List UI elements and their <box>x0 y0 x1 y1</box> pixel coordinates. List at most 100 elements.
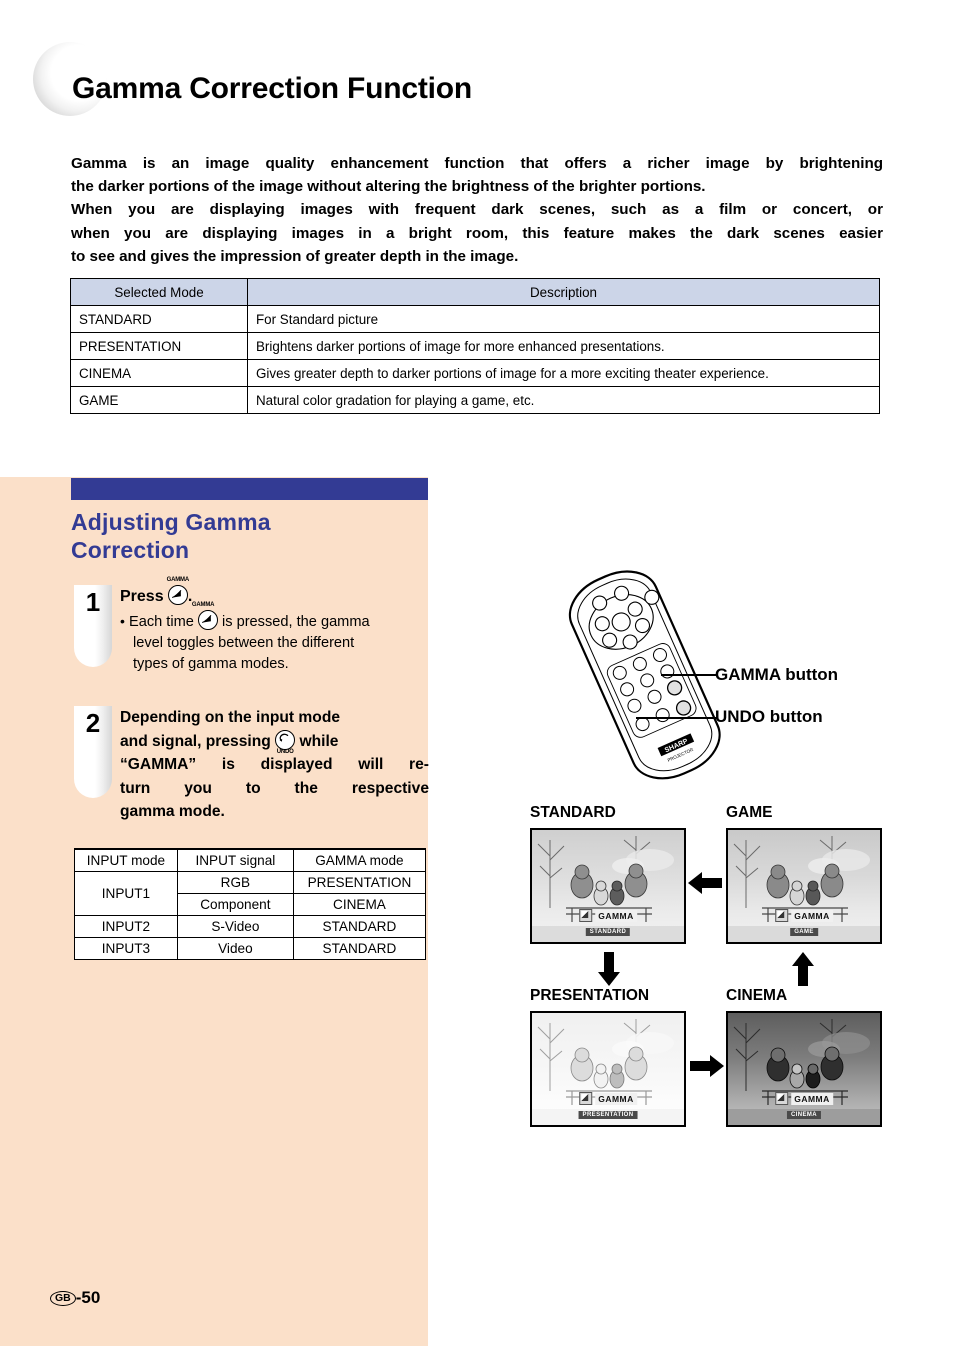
osd-mode-presentation: PRESENTATION <box>578 1111 638 1119</box>
undo-callout-leader-line <box>636 717 718 719</box>
osd-gamma-cinema: GAMMA <box>775 1092 833 1105</box>
table-row: GAME Natural color gradation for playing… <box>70 386 880 414</box>
cell-input-mode: INPUT3 <box>74 937 178 960</box>
osd-gamma-icon <box>775 1092 789 1105</box>
undo-button-icon-label: UNDO <box>276 748 294 755</box>
shot-standard: GAMMA STANDARD <box>530 828 686 944</box>
cell-gamma-mode: STANDARD <box>292 915 427 938</box>
step-2-number: 2 <box>85 708 101 738</box>
cell-input-signal: S-Video <box>176 915 294 938</box>
step-1-bullet-line-1: is pressed, the gamma <box>221 614 370 630</box>
undo-button-icon[interactable]: UNDO <box>275 729 296 755</box>
osd-gamma-icon <box>775 909 789 922</box>
osd-gamma-text: GAMMA <box>595 909 637 922</box>
step-1-number: 1 <box>85 587 101 617</box>
section-heading-line-2: Correction <box>71 537 190 563</box>
step-2-body: Depending on the input mode and signal, … <box>120 706 429 824</box>
section-accent-bar <box>71 478 428 500</box>
gamma-button-icon-label: GAMMA <box>166 577 190 583</box>
cell-input-signal: RGB <box>176 871 294 894</box>
col-header-gamma-mode: GAMMA mode <box>292 848 427 872</box>
osd-gamma-text: GAMMA <box>791 1092 833 1105</box>
osd-gamma-game: GAMMA <box>775 909 833 922</box>
step-2-line-2a: and signal, pressing <box>120 732 271 750</box>
cell-description: Natural color gradation for playing a ga… <box>247 386 880 414</box>
intro-line-2: the darker portions of the image without… <box>71 178 706 196</box>
shot-label-cinema: CINEMA <box>726 987 788 1004</box>
bullet-dot-icon: • <box>120 613 125 629</box>
section-heading-line-1: Adjusting Gamma <box>71 509 271 535</box>
gamma-glyph <box>201 614 212 624</box>
table-row: INPUT1 RGB PRESENTATION <box>74 871 427 916</box>
intro-line-3: When you are displaying images with freq… <box>71 201 883 219</box>
cell-input-mode: INPUT2 <box>74 915 178 938</box>
gamma-button-callout-label: GAMMA button <box>715 665 839 684</box>
cell-input-mode: INPUT1 <box>74 871 178 916</box>
osd-gamma-standard: GAMMA <box>579 909 637 922</box>
arrow-right-presentation-to-cinema <box>690 1053 724 1084</box>
shot-cinema: GAMMA CINEMA <box>726 1011 882 1127</box>
shot-label-presentation: PRESENTATION <box>530 987 650 1004</box>
step-1-number-tab: 1 <box>74 585 112 667</box>
step-1-bullet: • Each time GAMMA is pressed, the gamma … <box>120 602 429 675</box>
undo-button-callout-label: UNDO button <box>715 707 823 726</box>
shot-game: GAMMA GAME <box>726 828 882 944</box>
page-footer: GB -50 <box>50 1288 100 1308</box>
cell-mode: STANDARD <box>70 305 248 333</box>
cell-mode: CINEMA <box>70 359 248 387</box>
shot-presentation: GAMMA PRESENTATION <box>530 1011 686 1127</box>
gamma-button-icon-label: GAMMA <box>191 602 215 608</box>
cell-description: Gives greater depth to darker portions o… <box>247 359 880 387</box>
step-1: 1 Press GAMMA . • Each time GAMMA is pre… <box>74 577 429 675</box>
table-row: CINEMA Gives greater depth to darker por… <box>70 359 880 387</box>
cell-gamma-mode: STANDARD <box>292 937 427 960</box>
step-2-line-3: “GAMMA” is displayed will re- <box>120 756 429 773</box>
step-2-line-1: Depending on the input mode <box>120 709 341 726</box>
col-header-selected-mode: Selected Mode <box>70 278 248 306</box>
table-header-row: Selected Mode Description <box>70 278 880 306</box>
locale-badge: GB <box>50 1291 76 1306</box>
osd-mode-standard: STANDARD <box>585 928 631 936</box>
page-title: Gamma Correction Function <box>72 72 473 106</box>
osd-mode-game: GAME <box>790 928 818 936</box>
step-1-bullet-line-2: level toggles between the different <box>133 635 355 651</box>
step-1-lead-text: Press <box>120 588 164 605</box>
col-header-input-mode: INPUT mode <box>74 848 178 872</box>
input-mode-gamma-table: INPUT mode INPUT signal GAMMA mode INPUT… <box>74 848 427 960</box>
cell-mode: PRESENTATION <box>70 332 248 360</box>
intro-line-4: when you are displaying images in a brig… <box>71 224 883 242</box>
section-heading: Adjusting Gamma Correction <box>71 508 411 564</box>
cell-description: For Standard picture <box>247 305 880 333</box>
step-1-bullet-prefix: Each time <box>128 614 194 630</box>
table-row: INPUT3 Video STANDARD <box>74 937 427 960</box>
osd-gamma-presentation: GAMMA <box>579 1092 637 1105</box>
table-row: PRESENTATION Brightens darker portions o… <box>70 332 880 360</box>
table-header-row: INPUT mode INPUT signal GAMMA mode <box>74 848 427 872</box>
arrow-down-standard-to-presentation <box>596 952 622 991</box>
step-1-bullet-line-3: types of gamma modes. <box>133 656 289 672</box>
cell-input-signal: Video <box>176 937 294 960</box>
cell-mode: GAME <box>70 386 248 414</box>
col-header-description: Description <box>247 278 880 306</box>
step-1-body: Press GAMMA . • Each time GAMMA is press… <box>120 577 429 675</box>
intro-line-5: to see and gives the impression of great… <box>71 247 519 265</box>
col-header-input-signal: INPUT signal <box>176 848 294 872</box>
arrow-up-cinema-to-game <box>790 952 816 991</box>
gamma-button-icon[interactable]: GAMMA <box>192 602 218 630</box>
intro-line-1: Gamma is an image quality enhancement fu… <box>71 155 883 172</box>
shot-label-game: GAME <box>726 804 773 821</box>
step-2-number-tab: 2 <box>74 706 112 798</box>
osd-gamma-text: GAMMA <box>595 1092 637 1105</box>
osd-gamma-icon <box>579 909 593 922</box>
cell-description: Brightens darker portions of image for m… <box>247 332 880 360</box>
osd-gamma-text: GAMMA <box>791 909 833 922</box>
osd-gamma-icon <box>579 1092 593 1105</box>
table-row: STANDARD For Standard picture <box>70 305 880 333</box>
cell-input-signal: Component <box>176 893 294 916</box>
gamma-button-icon[interactable]: GAMMA <box>167 577 189 605</box>
gamma-callout-leader-line <box>661 674 717 676</box>
arrow-left-game-to-standard <box>688 870 722 901</box>
intro-paragraph: Gamma is an image quality enhancement fu… <box>71 152 883 268</box>
page-number: -50 <box>75 1288 101 1307</box>
cell-gamma-mode: CINEMA <box>292 893 427 916</box>
